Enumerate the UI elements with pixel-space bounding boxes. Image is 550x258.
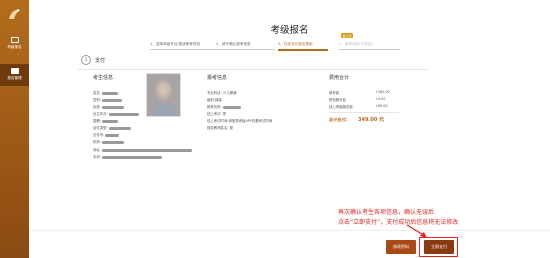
sidebar-item-label: 报名管理 <box>7 76 22 80</box>
section-divider <box>78 69 428 70</box>
step-progress: 1、选择考级专业/报读职考项目 2、填写确认报考信息 3、在线支付报名费用 4、… <box>150 42 400 52</box>
step-track-pending <box>339 49 400 50</box>
candidate-photo <box>146 73 181 117</box>
step-badge: 第三步 <box>341 33 354 38</box>
pay-section-label: 支付 <box>95 58 106 64</box>
page-title: 考级报名 <box>270 25 309 36</box>
pay-now-button[interactable]: 立即支付 <box>424 240 454 254</box>
sidebar-item-signup-management[interactable]: 报名管理 <box>0 64 29 86</box>
instruction-annotation: 再次确认考生各项信息，确认无误后 点击“立即支付”，支付成功后信息将无法修改 <box>338 208 458 228</box>
annotation-line-2: 点击“立即支付”，支付成功后信息将无法修改 <box>338 219 459 226</box>
step-1: 1、选择考级专业/报读职考项目 <box>150 42 201 46</box>
fee-row: 报考费 +260.00 <box>329 90 390 95</box>
field-online-exam: 线上考试: 是 <box>207 112 227 116</box>
field-gender: 性别: <box>93 97 122 102</box>
sidebar-item-exam-signup[interactable]: 考级报名 <box>0 37 29 55</box>
list-icon <box>10 68 19 74</box>
personal-info-heading: 考生信息 <box>93 75 114 81</box>
field-exam-name: 报考名称: <box>207 104 241 109</box>
sidebar-item-label: 考级报名 <box>7 45 22 49</box>
pay-step-number: 1 <box>81 55 91 65</box>
field-id-type: 证件类型: <box>93 125 131 130</box>
fee-summary-heading: 费用合计 <box>329 75 350 81</box>
field-name: 姓名: <box>93 90 118 95</box>
field-level: 级别:肆级 <box>207 98 222 102</box>
field-teacher-name: 指导教师姓名: 是 <box>207 126 233 130</box>
field-address: 地址: <box>93 147 192 152</box>
step-track-active <box>278 49 328 51</box>
field-ethnicity: 民族: <box>93 104 124 109</box>
step-4: 4、报考成功(已报名) <box>339 42 373 46</box>
fee-row: 短信服务费 +4.00 <box>329 97 386 102</box>
field-birthdate: 出生年月: <box>93 111 139 116</box>
field-organization: 机构: <box>93 139 124 144</box>
id-card-icon <box>10 37 19 43</box>
bottom-action-bar <box>29 230 550 258</box>
field-id-number: 证件号: <box>93 132 120 137</box>
fee-row: 线上考级服务费 +85.00 <box>329 104 388 109</box>
total-label: 总计支付: <box>329 117 348 122</box>
total-amount: 349.00 元 <box>358 117 385 123</box>
exam-info-heading: 报考信息 <box>207 75 228 81</box>
field-subject: 专业科目: 少儿朗诵 <box>207 91 237 95</box>
sidebar: 考级报名 报名管理 <box>0 0 29 258</box>
edit-info-button[interactable]: 修改资料 <box>386 240 416 254</box>
annotation-line-1: 再次确认考生各项信息，确认无误后 <box>338 209 435 216</box>
step-3-active: 3、在线支付报名费用 <box>278 42 313 46</box>
logo-icon <box>9 9 20 19</box>
step-2: 2、填写确认报考信息 <box>216 42 251 46</box>
field-phone: 手机: <box>93 154 162 159</box>
fee-divider <box>329 112 399 113</box>
field-nationality: 国籍: <box>93 118 118 123</box>
step-track-done <box>150 49 275 50</box>
field-online-exam-time: 线上考试时间:请登录考级APP查看考试时间 <box>207 119 273 123</box>
